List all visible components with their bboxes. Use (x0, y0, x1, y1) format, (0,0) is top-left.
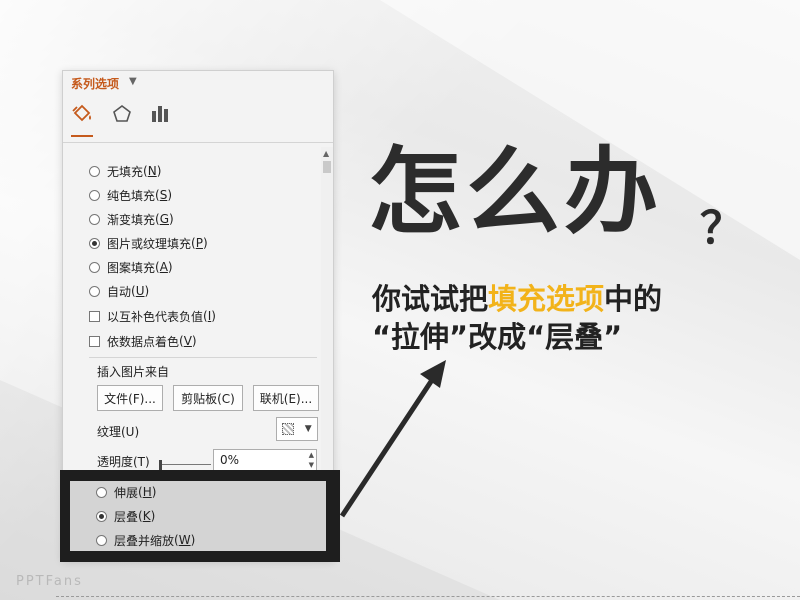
headline-line1-pre: 你试试把 (372, 282, 489, 316)
dashed-rule (56, 596, 800, 597)
headline-big: 怎么办 (368, 138, 663, 247)
watermark-logo: PPTFans (16, 574, 83, 589)
headline-question-mark: ？ (700, 203, 744, 254)
headline-line1-highlight: 填充选项 (488, 282, 605, 316)
headline-line1: 你试试把填充选项中的 (372, 282, 662, 316)
headline-line1-post: 中的 (604, 282, 663, 316)
headline-line2: “拉伸”改成“层叠” (372, 320, 623, 354)
